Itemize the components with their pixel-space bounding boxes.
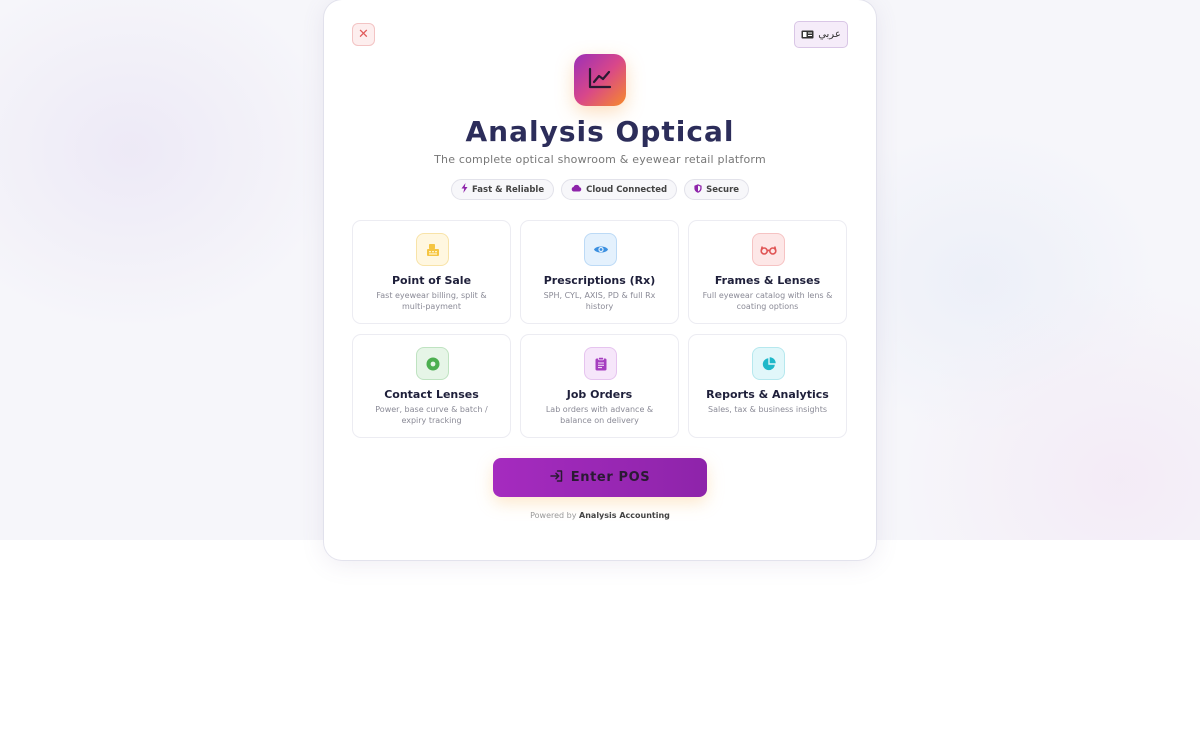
contact-lens-icon xyxy=(416,347,449,380)
feature-card-contact-lenses: Contact Lenses Power, base curve & batch… xyxy=(352,334,511,438)
clipboard-icon xyxy=(584,347,617,380)
feature-title: Point of Sale xyxy=(391,274,472,287)
close-icon: ✕ xyxy=(358,27,369,42)
pie-chart-icon xyxy=(752,347,785,380)
feature-title: Job Orders xyxy=(566,388,633,401)
feature-badges: Fast & Reliable Cloud Connected Secure xyxy=(324,179,876,200)
powered-by-footer: Powered by Analysis Accounting xyxy=(324,511,876,520)
feature-description: Sales, tax & business insights xyxy=(707,405,828,414)
line-chart-icon xyxy=(588,67,612,93)
footer-company: Analysis Accounting xyxy=(579,511,670,520)
badge-cloud-connected: Cloud Connected xyxy=(561,179,678,200)
feature-card-reports-analytics: Reports & Analytics Sales, tax & busines… xyxy=(688,334,847,438)
app-title: Analysis Optical xyxy=(465,115,735,148)
enter-pos-button[interactable]: Enter POS xyxy=(493,458,707,497)
app-logo xyxy=(574,54,626,106)
glasses-icon xyxy=(752,233,785,266)
lightning-icon xyxy=(461,183,468,196)
feature-title: Prescriptions (Rx) xyxy=(543,274,656,287)
close-button[interactable]: ✕ xyxy=(352,23,375,46)
feature-description: Full eyewear catalog with lens & coating… xyxy=(702,291,833,311)
features-grid: Point of Sale Fast eyewear billing, spli… xyxy=(352,220,848,438)
badge-label: Secure xyxy=(706,184,740,195)
cloud-icon xyxy=(571,184,582,195)
eye-icon xyxy=(584,233,617,266)
badge-secure: Secure xyxy=(684,179,750,200)
feature-description: Fast eyewear billing, split & multi-paym… xyxy=(376,291,487,311)
badge-label: Fast & Reliable xyxy=(471,184,545,195)
badge-fast-reliable: Fast & Reliable xyxy=(450,179,555,200)
badge-label: Cloud Connected xyxy=(586,184,668,195)
feature-title: Contact Lenses xyxy=(384,388,479,401)
sign-in-icon xyxy=(550,469,563,486)
feature-title: Frames & Lenses xyxy=(714,274,821,287)
cash-register-icon xyxy=(416,233,449,266)
welcome-card: ✕ عربي Analysis Optical The complete opt… xyxy=(324,0,876,560)
language-card-icon xyxy=(801,30,814,39)
feature-description: SPH, CYL, AXIS, PD & full Rx history xyxy=(543,291,656,311)
feature-card-prescriptions: Prescriptions (Rx) SPH, CYL, AXIS, PD & … xyxy=(520,220,679,324)
feature-description: Power, base curve & batch / expiry track… xyxy=(375,405,488,425)
feature-description: Lab orders with advance & balance on del… xyxy=(545,405,654,425)
feature-card-point-of-sale: Point of Sale Fast eyewear billing, spli… xyxy=(352,220,511,324)
shield-icon xyxy=(694,183,702,196)
app-subtitle: The complete optical showroom & eyewear … xyxy=(434,153,766,166)
feature-card-frames-lenses: Frames & Lenses Full eyewear catalog wit… xyxy=(688,220,847,324)
footer-prefix: Powered by xyxy=(530,511,577,520)
feature-title: Reports & Analytics xyxy=(706,388,829,401)
enter-pos-label: Enter POS xyxy=(570,470,651,485)
feature-card-job-orders: Job Orders Lab orders with advance & bal… xyxy=(520,334,679,438)
language-toggle-button[interactable]: عربي xyxy=(794,21,848,48)
language-label: عربي xyxy=(818,29,841,40)
